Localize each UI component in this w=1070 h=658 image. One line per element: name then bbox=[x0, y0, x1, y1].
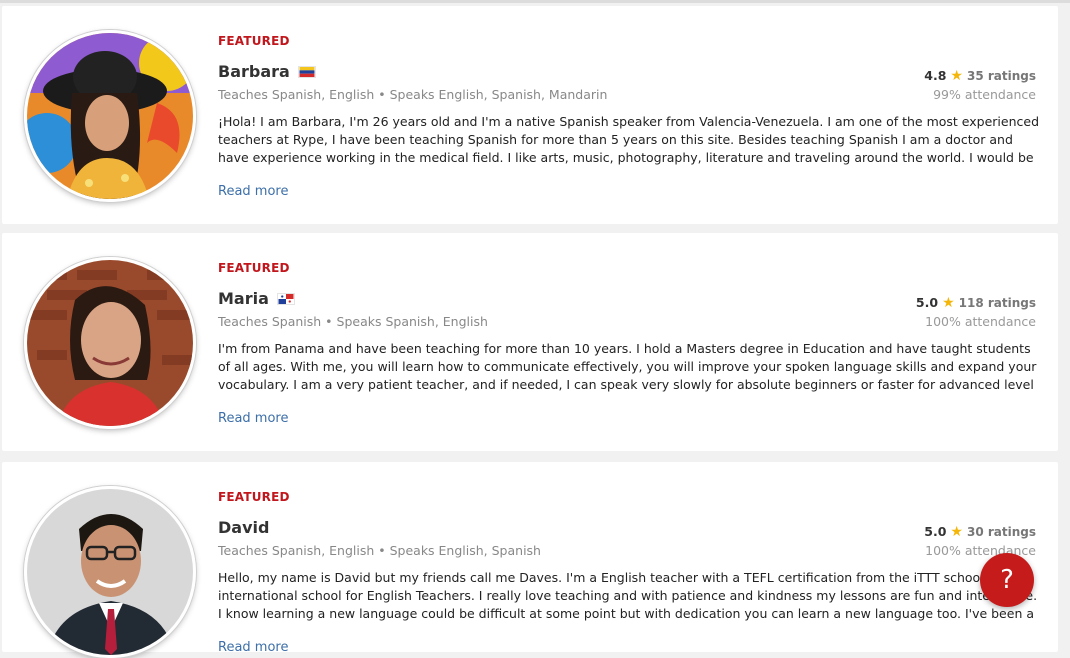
attendance-rate: 100% attendance bbox=[925, 314, 1036, 329]
tutor-bio: Hello, my name is David but my friends c… bbox=[218, 570, 1037, 621]
read-more-link[interactable]: Read more bbox=[218, 411, 288, 426]
star-icon: ★ bbox=[950, 523, 963, 540]
tutor-avatar[interactable] bbox=[24, 257, 196, 429]
tutor-avatar[interactable] bbox=[24, 486, 196, 658]
star-icon: ★ bbox=[950, 67, 963, 84]
tutor-avatar[interactable] bbox=[24, 30, 196, 202]
rating-value: 5.0 bbox=[924, 524, 947, 539]
tutor-card: FEATURED Barbara Teaches Spanish, Englis… bbox=[2, 6, 1058, 224]
star-icon: ★ bbox=[942, 294, 955, 311]
tutor-languages: Teaches Spanish, English • Speaks Englis… bbox=[218, 543, 541, 558]
ratings-count: 35 ratings bbox=[966, 68, 1036, 83]
top-divider bbox=[0, 0, 1070, 3]
rating-summary: 4.8 ★ 35 ratings bbox=[924, 68, 1036, 83]
rating-value: 5.0 bbox=[915, 295, 939, 310]
avatar-image bbox=[27, 489, 193, 655]
help-button[interactable]: ? bbox=[980, 553, 1034, 607]
tutor-name-row: Barbara bbox=[218, 62, 316, 81]
tutor-bio: ¡Hola! I am Barbara, I'm 26 years old an… bbox=[218, 114, 1040, 165]
read-more-link[interactable]: Read more bbox=[218, 640, 288, 655]
tutor-card: FEATURED Maria Teaches Spanish • Speaks … bbox=[2, 233, 1058, 451]
venezuela-flag-icon bbox=[297, 65, 316, 78]
avatar-image bbox=[27, 33, 193, 199]
featured-badge: FEATURED bbox=[218, 490, 290, 504]
ratings-count: 118 ratings bbox=[958, 295, 1036, 310]
read-more-link[interactable]: Read more bbox=[218, 184, 288, 199]
tutor-name[interactable]: Maria bbox=[218, 289, 269, 308]
ratings-count: 30 ratings bbox=[966, 524, 1036, 539]
panama-flag-icon bbox=[276, 292, 295, 305]
avatar-image bbox=[27, 260, 193, 426]
rating-value: 4.8 bbox=[924, 68, 947, 83]
tutor-name-row: David bbox=[218, 518, 269, 537]
attendance-rate: 99% attendance bbox=[933, 87, 1036, 102]
tutor-languages: Teaches Spanish, English • Speaks Englis… bbox=[218, 87, 608, 102]
tutor-bio: I'm from Panama and have been teaching f… bbox=[218, 341, 1037, 392]
tutor-name[interactable]: Barbara bbox=[218, 62, 290, 81]
tutor-name-row: Maria bbox=[218, 289, 295, 308]
tutor-languages: Teaches Spanish • Speaks Spanish, Englis… bbox=[218, 314, 488, 329]
question-icon: ? bbox=[1000, 565, 1014, 595]
tutor-name[interactable]: David bbox=[218, 518, 269, 537]
rating-summary: 5.0 ★ 118 ratings bbox=[916, 295, 1036, 310]
tutor-card: FEATURED David Teaches Spanish, English … bbox=[2, 462, 1058, 658]
featured-badge: FEATURED bbox=[218, 261, 290, 275]
rating-summary: 5.0 ★ 30 ratings bbox=[924, 524, 1036, 539]
featured-badge: FEATURED bbox=[218, 34, 290, 48]
